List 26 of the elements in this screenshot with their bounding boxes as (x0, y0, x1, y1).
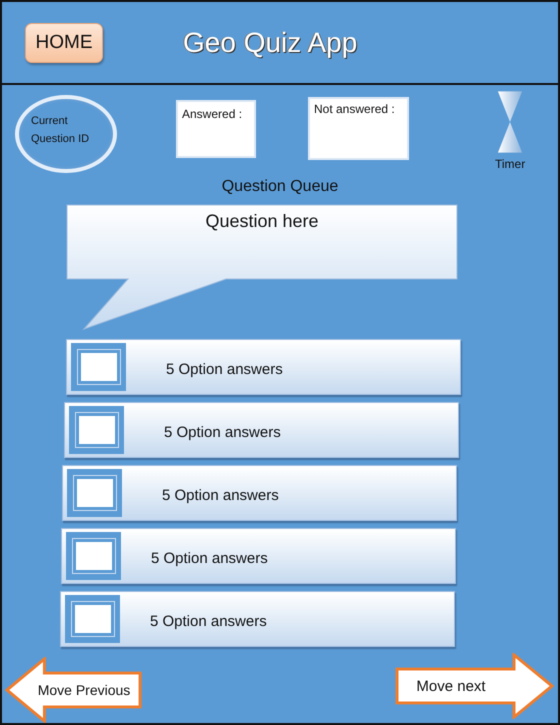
not-answered-label: Not answered : (314, 102, 395, 116)
home-button[interactable]: HOME (25, 22, 103, 62)
option-answer[interactable]: 5 Option answers (60, 591, 455, 647)
option-checkbox[interactable] (65, 595, 120, 643)
option-text: 5 Option answers (164, 424, 281, 440)
app-title: Geo Quiz App (183, 26, 358, 58)
current-question-label: Current Question ID (31, 114, 90, 147)
question-queue-label: Question Queue (222, 178, 338, 196)
timer-label: Timer (495, 157, 526, 171)
option-checkbox[interactable] (71, 343, 126, 391)
option-text: 5 Option answers (162, 486, 279, 504)
option-answer[interactable]: 5 Option answers (61, 528, 456, 584)
hourglass-icon (497, 89, 524, 155)
option-checkbox[interactable] (67, 469, 122, 517)
move-next-button[interactable]: Move next (394, 653, 554, 719)
option-text: 5 Option answers (166, 360, 283, 378)
option-answer[interactable]: 5 Option answers (64, 402, 459, 458)
option-answer[interactable]: 5 Option answers (62, 465, 457, 521)
option-text: 5 Option answers (151, 550, 268, 566)
question-text: Question here (204, 211, 320, 232)
option-checkbox[interactable] (69, 406, 124, 454)
move-previous-button[interactable]: Move Previous (5, 657, 143, 723)
answered-label: Answered : (182, 107, 242, 121)
option-checkbox[interactable] (66, 532, 121, 580)
option-answer[interactable]: 5 Option answers (66, 339, 461, 395)
option-text: 5 Option answers (150, 612, 267, 630)
